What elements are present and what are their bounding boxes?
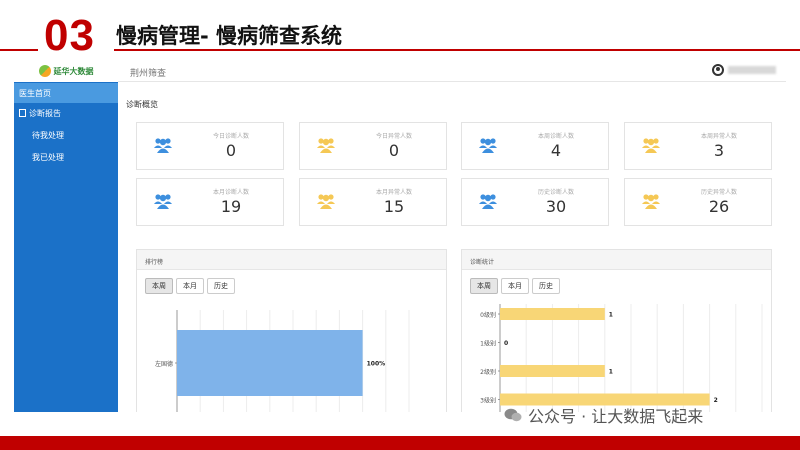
statistics-panel: 诊断统计 本周 本月 历史 0级别 1 1级别 0 2级别 1 3级别 2 [461,249,772,412]
stat-value: 4 [550,141,562,160]
users-icon [642,138,660,153]
stat-label: 历史诊断人数 [537,189,574,196]
statistics-chart: 0级别 1 1级别 0 2级别 1 3级别 2 [480,304,763,412]
bar [500,365,605,377]
tab-week[interactable]: 本周 [145,278,173,294]
sidebar-item-label: 我已处理 [32,152,64,162]
footer-bar [0,436,800,450]
stat-value: 3 [713,141,725,160]
stat-card: 本周异常人数 3 [624,122,772,170]
category-label: 1级别 [480,340,496,348]
category-label: 0级别 [480,311,496,319]
sidebar-item-processed[interactable]: 我已处理 [14,147,118,167]
users-icon [154,194,172,209]
data-label: 1 [609,312,613,319]
data-label: 0 [504,340,508,347]
users-icon [154,138,172,153]
stat-card: 本月异常人数 15 [299,178,447,226]
stat-label: 本周诊断人数 [537,133,574,140]
stat-value: 26 [708,197,730,216]
stat-value: 15 [383,197,405,216]
tab-history[interactable]: 历史 [532,278,560,294]
stat-label: 本月诊断人数 [212,189,249,196]
stat-label: 历史异常人数 [700,189,737,196]
data-label: 100% [367,361,386,368]
users-icon [317,194,335,209]
tab-week[interactable]: 本周 [470,278,498,294]
category-label: 左国德 [155,360,173,368]
stat-value: 0 [388,141,400,160]
sidebar-item-label: 医生首页 [19,88,51,98]
app-window: 延华大数据 医生首页 诊断报告 待我处理 我已处理 荆州筛查 诊断概览 今日诊断… [14,60,786,412]
wechat-icon [504,408,522,422]
panel-title: 排行榜 [137,250,446,270]
users-icon [479,194,497,209]
sidebar-item-diagnosis-report[interactable]: 诊断报告 [14,103,118,123]
stat-value: 19 [220,197,242,216]
slide-number: 03 [44,11,95,60]
stat-label: 本月异常人数 [375,189,412,196]
stat-card: 历史诊断人数 30 [461,178,609,226]
category-label: 3级别 [480,397,496,405]
topbar: 荆州筛查 [118,60,786,82]
sidebar-item-pending[interactable]: 待我处理 [14,125,118,145]
users-icon [479,138,497,153]
tab-history[interactable]: 历史 [207,278,235,294]
ranking-panel: 排行榜 本周 本月 历史 左国德 100% [136,249,447,412]
ranking-chart: 左国德 100% [155,310,410,412]
overview-title: 诊断概览 [126,100,158,109]
bar [177,330,363,396]
users-icon [317,138,335,153]
bar [500,308,605,320]
user-menu[interactable] [712,64,776,76]
panel-title: 诊断统计 [462,250,771,270]
report-icon [19,109,26,117]
stat-card: 历史异常人数 26 [624,178,772,226]
logo-text: 延华大数据 [53,66,94,76]
data-label: 2 [714,397,718,404]
stat-label: 今日诊断人数 [212,133,249,140]
stat-label: 本周异常人数 [700,133,737,140]
stat-label: 今日异常人数 [375,133,412,140]
sidebar-item-label: 待我处理 [32,130,64,140]
sidebar: 延华大数据 医生首页 诊断报告 待我处理 我已处理 [14,60,118,412]
stat-card: 今日异常人数 0 [299,122,447,170]
tab-month[interactable]: 本月 [501,278,529,294]
users-icon [642,194,660,209]
data-label: 1 [609,369,613,376]
user-name-blurred [728,66,776,74]
sidebar-item-doctor-home[interactable]: 医生首页 [14,83,118,103]
user-icon [712,64,724,76]
sidebar-item-label: 诊断报告 [29,108,61,118]
watermark-text: 公众号 · 让大数据飞起来 [528,407,704,426]
logo: 延华大数据 [14,60,118,82]
stat-value: 0 [225,141,237,160]
watermark: 公众号 · 让大数据飞起来 [504,403,703,427]
stat-card: 本周诊断人数 4 [461,122,609,170]
stat-card: 今日诊断人数 0 [136,122,284,170]
header-city: 荆州筛查 [130,69,167,79]
stat-value: 30 [545,197,567,216]
logo-icon [38,65,51,77]
category-label: 2级别 [480,368,496,376]
stat-card: 本月诊断人数 19 [136,178,284,226]
slide-title: 慢病管理- 慢病筛查系统 [116,24,343,48]
tab-month[interactable]: 本月 [176,278,204,294]
